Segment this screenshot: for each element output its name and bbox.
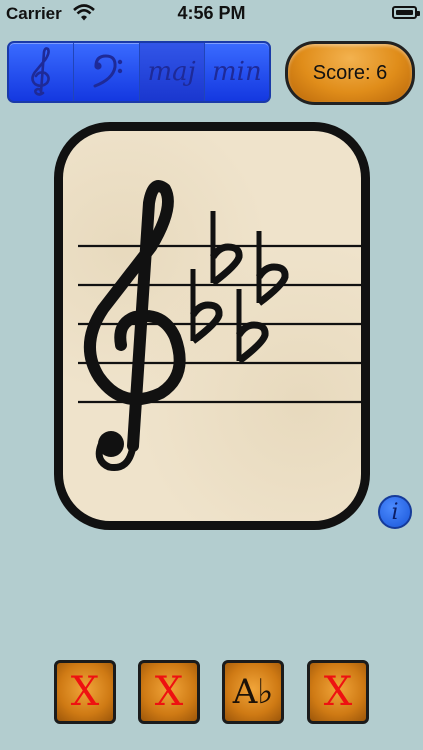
treble-clef-segment[interactable] bbox=[9, 43, 75, 101]
answer-button-3[interactable]: A♭ bbox=[222, 660, 284, 724]
answer-button-4[interactable]: X bbox=[307, 660, 369, 724]
treble-clef-icon bbox=[31, 47, 51, 96]
status-bar: Carrier 4:56 PM bbox=[0, 0, 423, 27]
clef-mode-selector: maj min bbox=[7, 41, 271, 103]
info-button[interactable]: i bbox=[378, 495, 412, 529]
battery-icon bbox=[392, 6, 420, 19]
answer-button-1[interactable]: X bbox=[54, 660, 116, 724]
score-button[interactable]: Score: 6 bbox=[285, 41, 415, 105]
clock-time: 4:56 PM bbox=[177, 3, 246, 23]
answer-button-2[interactable]: X bbox=[138, 660, 200, 724]
key-signature-card bbox=[54, 122, 370, 530]
staff-drawing bbox=[78, 180, 361, 472]
treble-clef-icon bbox=[83, 180, 186, 472]
bass-clef-icon bbox=[93, 54, 123, 88]
answer-buttons: X X A♭ X bbox=[0, 660, 423, 724]
major-segment[interactable]: maj bbox=[139, 43, 205, 101]
minor-segment[interactable]: min bbox=[205, 43, 269, 101]
bass-clef-segment[interactable] bbox=[74, 43, 140, 101]
